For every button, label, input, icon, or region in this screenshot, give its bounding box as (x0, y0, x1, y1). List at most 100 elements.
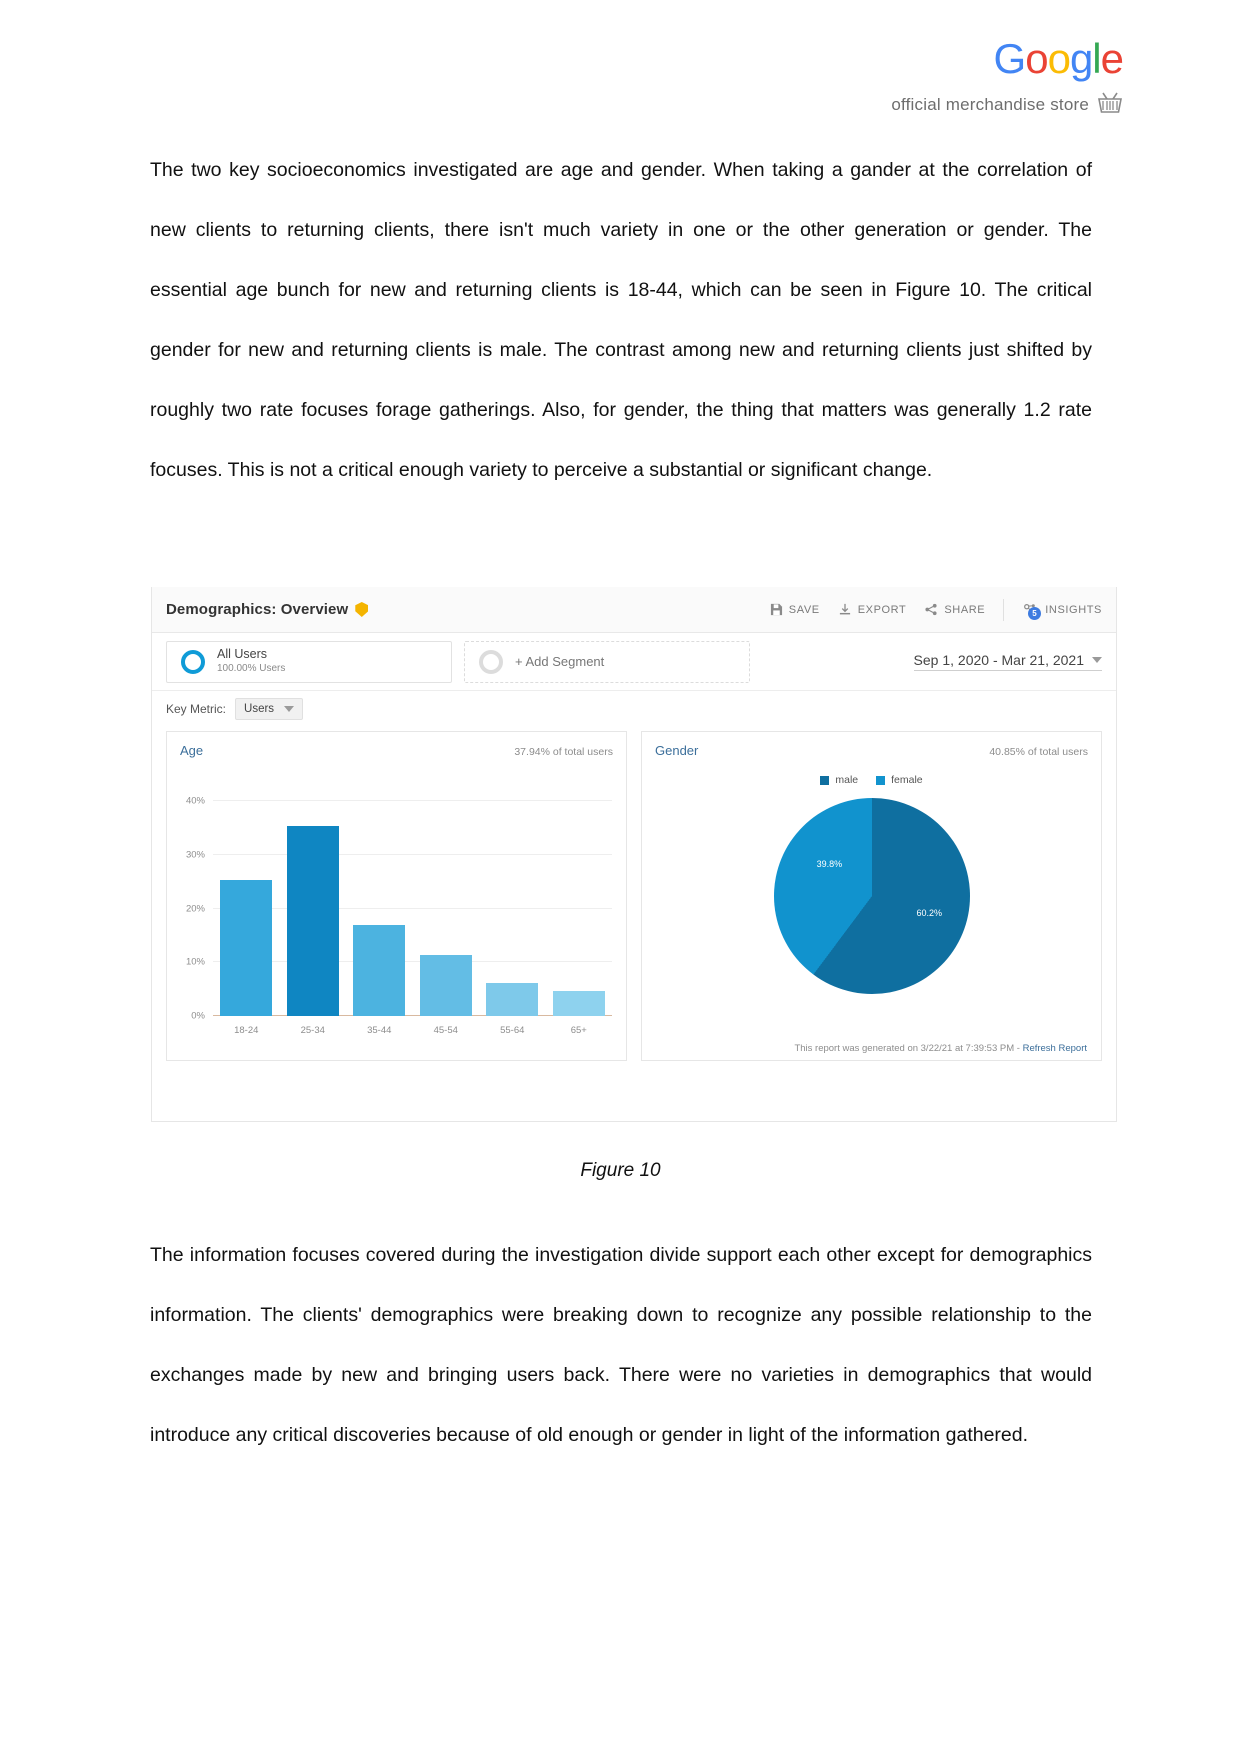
bar[interactable] (353, 924, 406, 1016)
logo-letter: e (1100, 35, 1124, 82)
pie-label-male: 60.2% (916, 907, 943, 918)
insights-button[interactable]: 5 INSIGHTS (1022, 602, 1102, 620)
age-panel-subtitle: 37.94% of total users (514, 746, 613, 758)
google-logo: Google (891, 35, 1124, 82)
legend-label: male (835, 774, 859, 786)
legend-label: female (891, 774, 923, 786)
paragraph-one: The two key socioeconomics investigated … (150, 159, 1092, 481)
chevron-down-icon (1092, 657, 1102, 663)
logo-letter: o (1047, 35, 1071, 82)
gender-legend: male female (642, 774, 1101, 786)
bar-slot: 18-24 (213, 780, 280, 1036)
x-axis-tick: 35-44 (367, 1025, 392, 1036)
age-panel: Age 37.94% of total users 0% 10% 20% 30% 40%… (166, 731, 627, 1061)
page-header: Google official merchandise store (891, 35, 1124, 119)
bar-slot: 25-34 (280, 780, 347, 1036)
insights-badge: 5 (1028, 607, 1042, 620)
google-analytics-screenshot: Demographics: Overview SAVE EXPORT SHARE… (151, 587, 1117, 1122)
bar[interactable] (419, 955, 472, 1016)
age-bar-chart: 0% 10% 20% 30% 40% 18-24 25-34 35-44 45-54 55-64 6… (186, 780, 613, 1036)
gender-panel-title[interactable]: Gender (655, 743, 698, 758)
gender-pie-chart: 39.8% 60.2% (773, 798, 970, 994)
bar-slot: 55-64 (479, 780, 546, 1036)
insights-label: INSIGHTS (1045, 603, 1102, 616)
bar-slot: 35-44 (346, 780, 413, 1036)
y-axis-tick: 30% (185, 849, 205, 861)
save-button[interactable]: SAVE (770, 603, 820, 616)
key-metric-label: Key Metric: (166, 702, 227, 716)
y-axis-tick: 20% (185, 903, 205, 915)
segment-all-users-sub: 100.00% Users (217, 663, 286, 675)
document-body-bottom: The information focuses covered during t… (150, 1225, 1092, 1465)
x-axis-tick: 65+ (570, 1025, 587, 1036)
bar[interactable] (286, 825, 339, 1016)
gender-pie-wrap: 39.8% 60.2% (642, 798, 1101, 994)
y-axis-tick: 10% (185, 956, 205, 968)
segment-all-users[interactable]: All Users 100.00% Users (166, 640, 452, 683)
logo-letter: l (1092, 35, 1101, 82)
legend-item[interactable]: female (876, 774, 923, 786)
gender-panel-subtitle: 40.85% of total users (989, 746, 1088, 758)
logo-letter: g (1069, 35, 1093, 82)
share-icon (924, 603, 938, 616)
report-title-text: Demographics: Overview (166, 601, 349, 618)
segment-ring-icon (181, 649, 205, 674)
insights-icon: 5 (1022, 602, 1042, 620)
date-range-picker[interactable]: Sep 1, 2020 - Mar 21, 2021 (913, 652, 1102, 671)
bar[interactable] (220, 880, 273, 1016)
age-panel-title[interactable]: Age (180, 743, 203, 758)
x-axis-tick: 45-54 (433, 1025, 458, 1036)
save-icon (770, 603, 783, 616)
export-label: EXPORT (857, 603, 907, 616)
document-body-top: The two key socioeconomics investigated … (150, 140, 1092, 500)
store-tagline-text: official merchandise store (891, 94, 1089, 114)
save-label: SAVE (788, 603, 820, 616)
logo-letter: G (993, 35, 1027, 82)
key-metric-value: Users (244, 703, 275, 715)
date-range-label: Sep 1, 2020 - Mar 21, 2021 (913, 652, 1084, 668)
refresh-report-link[interactable]: Refresh Report (1023, 1043, 1087, 1054)
legend-swatch (876, 775, 886, 785)
report-title: Demographics: Overview (166, 601, 369, 618)
segment-bar: All Users 100.00% Users + Add Segment Se… (152, 633, 1116, 691)
bar-slot: 45-54 (413, 780, 480, 1036)
figure-caption: Figure 10 (580, 1160, 661, 1181)
bar-group: 18-24 25-34 35-44 45-54 55-64 65+ (213, 780, 613, 1036)
download-icon (838, 603, 852, 616)
export-button[interactable]: EXPORT (838, 603, 907, 616)
x-axis-tick: 55-64 (500, 1025, 525, 1036)
age-panel-header: Age 37.94% of total users (167, 732, 626, 758)
segment-all-users-name: All Users (217, 647, 268, 662)
add-segment-label: + Add Segment (515, 654, 605, 669)
report-footer-text: This report was generated on 3/22/21 at … (794, 1043, 1023, 1054)
x-axis-tick: 25-34 (300, 1025, 325, 1036)
gender-panel: Gender 40.85% of total users male female … (641, 731, 1102, 1061)
panels: Age 37.94% of total users 0% 10% 20% 30% 40%… (152, 727, 1116, 1061)
toolbar-divider (1003, 598, 1005, 621)
report-footer: This report was generated on 3/22/21 at … (794, 1043, 1087, 1054)
analytics-toolbar: Demographics: Overview SAVE EXPORT SHARE… (152, 587, 1116, 633)
pie-label-female: 39.8% (816, 858, 843, 869)
legend-item[interactable]: male (820, 774, 858, 786)
y-axis-tick: 0% (191, 1010, 205, 1022)
shield-check-icon (355, 602, 369, 617)
x-axis-tick: 18-24 (234, 1025, 259, 1036)
key-metric-select[interactable]: Users (235, 698, 304, 720)
store-tagline: official merchandise store (891, 90, 1123, 119)
bar[interactable] (486, 982, 539, 1016)
shopping-basket-icon (1097, 90, 1123, 119)
bar-slot: 65+ (546, 780, 613, 1036)
add-segment-ring-icon (479, 649, 503, 674)
key-metric-row: Key Metric: Users (152, 691, 1116, 727)
legend-swatch (820, 775, 830, 785)
y-axis-tick: 40% (185, 795, 205, 807)
add-segment-button[interactable]: + Add Segment (464, 640, 750, 683)
share-button[interactable]: SHARE (924, 603, 985, 616)
share-label: SHARE (944, 603, 986, 616)
logo-letter: o (1025, 35, 1048, 82)
chevron-down-icon (284, 706, 295, 712)
bar[interactable] (552, 991, 605, 1016)
toolbar-actions: SAVE EXPORT SHARE 5 INSIGHTS (770, 598, 1102, 621)
paragraph-two: The information focuses covered during t… (150, 1244, 1092, 1446)
gender-panel-header: Gender 40.85% of total users (642, 732, 1101, 758)
